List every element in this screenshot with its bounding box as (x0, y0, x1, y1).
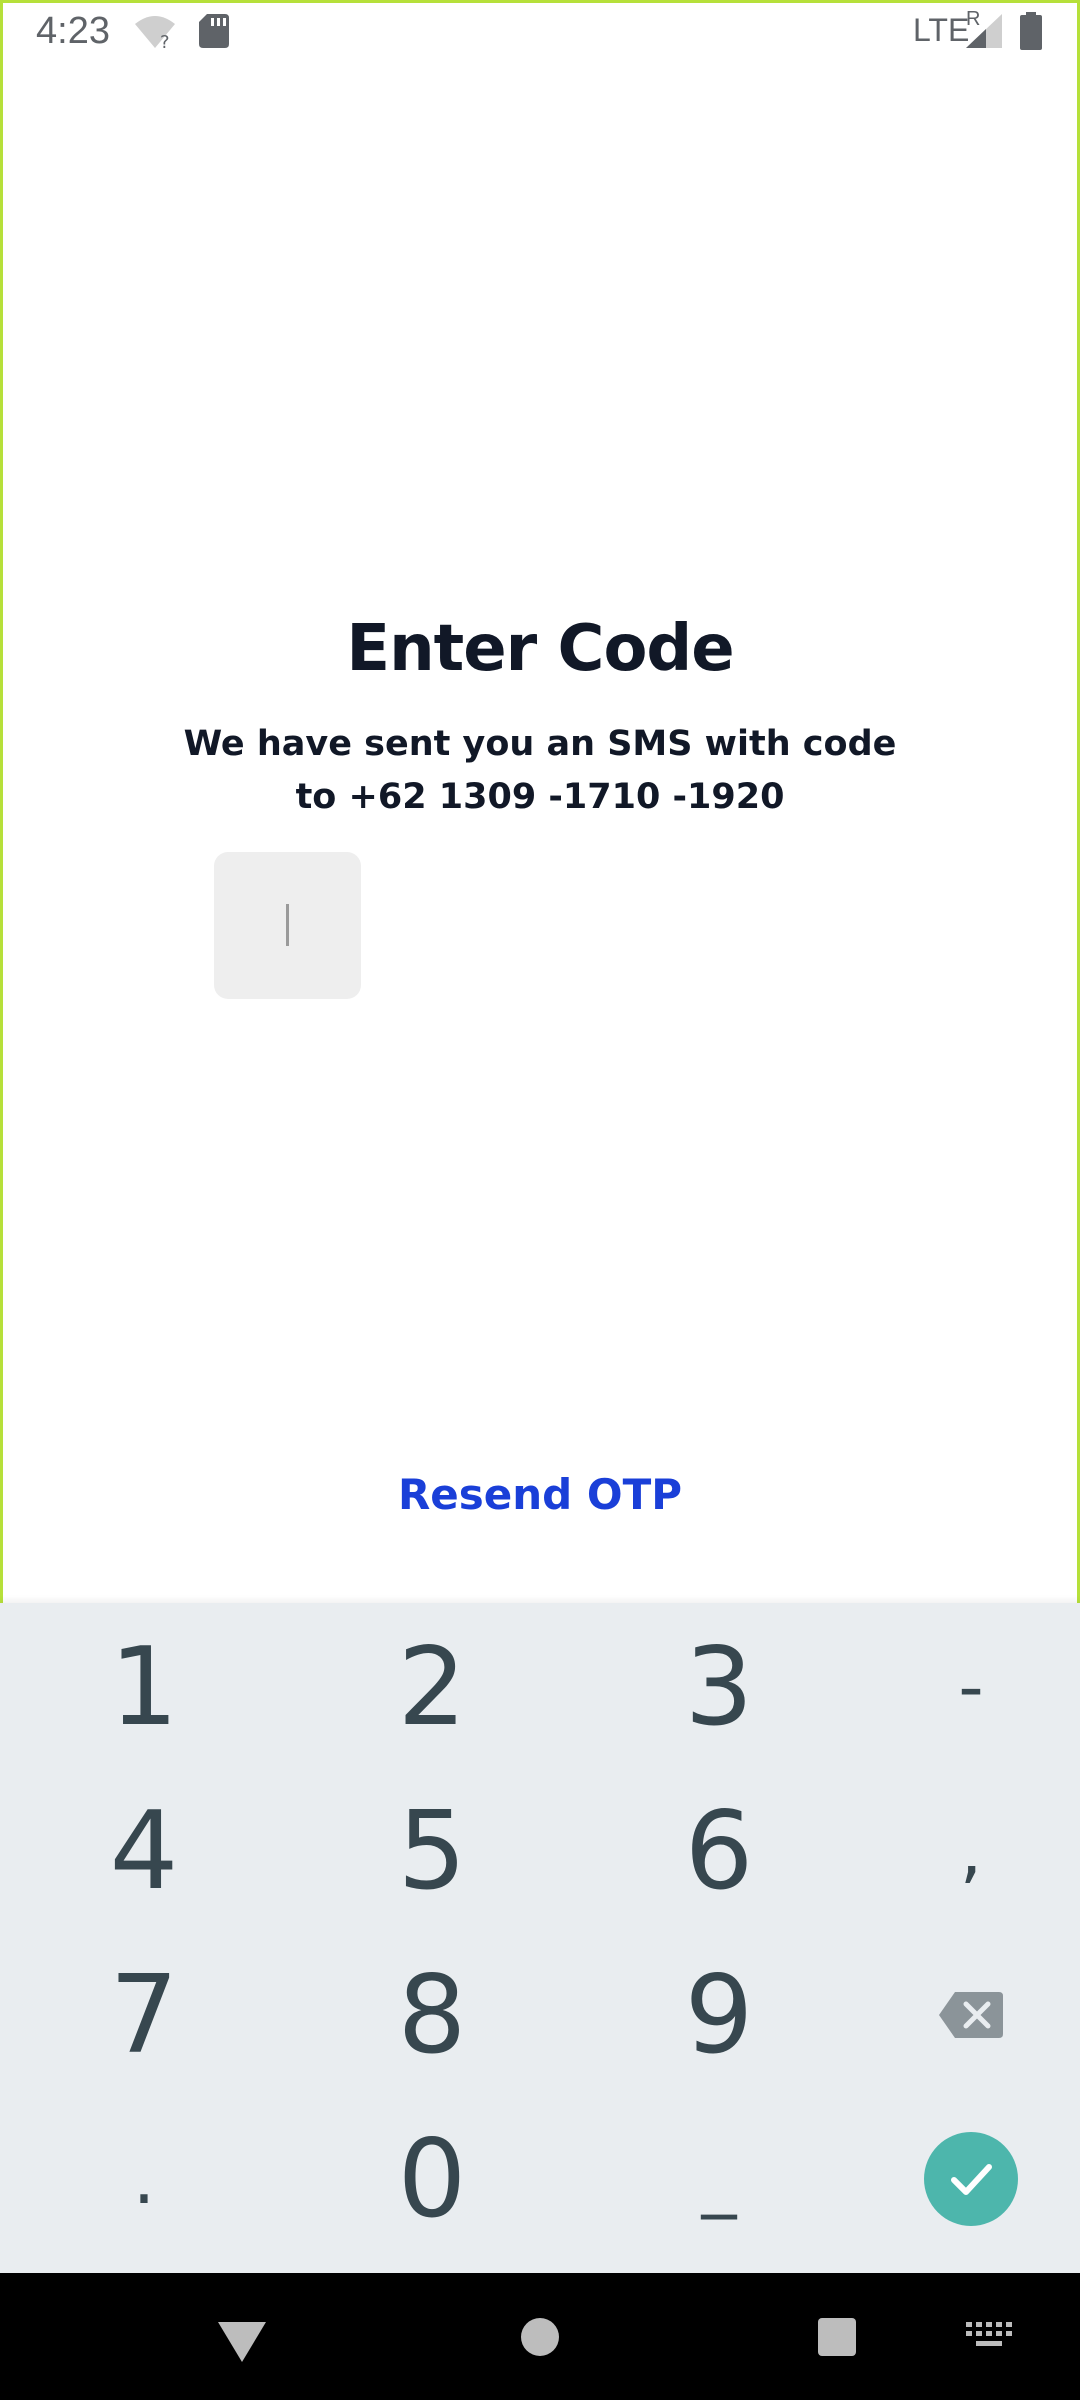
key-3[interactable]: 3 (619, 1612, 819, 1762)
key-5[interactable]: 5 (332, 1776, 532, 1926)
done-button[interactable] (924, 2132, 1018, 2226)
svg-text:?: ? (160, 32, 170, 50)
network-type-label: LTE (913, 12, 970, 48)
resend-otp-link[interactable]: Resend OTP (0, 1470, 1080, 1519)
keyboard-switch-icon[interactable] (966, 2322, 1014, 2350)
recents-icon[interactable] (818, 2318, 856, 2356)
key-comma[interactable]: , (871, 1776, 1071, 1926)
key-space[interactable]: _ (619, 2104, 819, 2254)
wifi-unknown-icon: ? (135, 16, 175, 50)
text-cursor (286, 904, 289, 946)
backspace-icon (939, 1992, 1003, 2038)
status-bar: 4:23 ? LTE R (0, 0, 1080, 64)
key-dot[interactable]: . (44, 2104, 244, 2254)
key-2[interactable]: 2 (332, 1612, 532, 1762)
key-backspace[interactable] (871, 1940, 1071, 2090)
key-7[interactable]: 7 (44, 1940, 244, 2090)
signal-icon (966, 14, 1002, 48)
otp-input[interactable] (214, 852, 361, 999)
home-icon[interactable] (521, 2318, 559, 2356)
page-title: Enter Code (346, 612, 734, 686)
sms-info-line-2: to +62 1309 -1710 -1920 (295, 777, 785, 817)
back-icon[interactable] (218, 2322, 266, 2362)
key-8[interactable]: 8 (332, 1940, 532, 2090)
key-4[interactable]: 4 (44, 1776, 244, 1926)
battery-icon (1020, 12, 1042, 50)
key-0[interactable]: 0 (332, 2104, 532, 2254)
key-1[interactable]: 1 (44, 1612, 244, 1762)
sms-info-line-1: We have sent you an SMS with code (183, 724, 897, 764)
key-6[interactable]: 6 (619, 1776, 819, 1926)
key-dash[interactable]: - (871, 1612, 1071, 1762)
status-time: 4:23 (36, 10, 110, 52)
check-icon (951, 2164, 992, 2195)
sms-info-text: We have sent you an SMS with code to +62… (140, 718, 940, 824)
sd-card-icon (199, 14, 229, 48)
key-9[interactable]: 9 (619, 1940, 819, 2090)
